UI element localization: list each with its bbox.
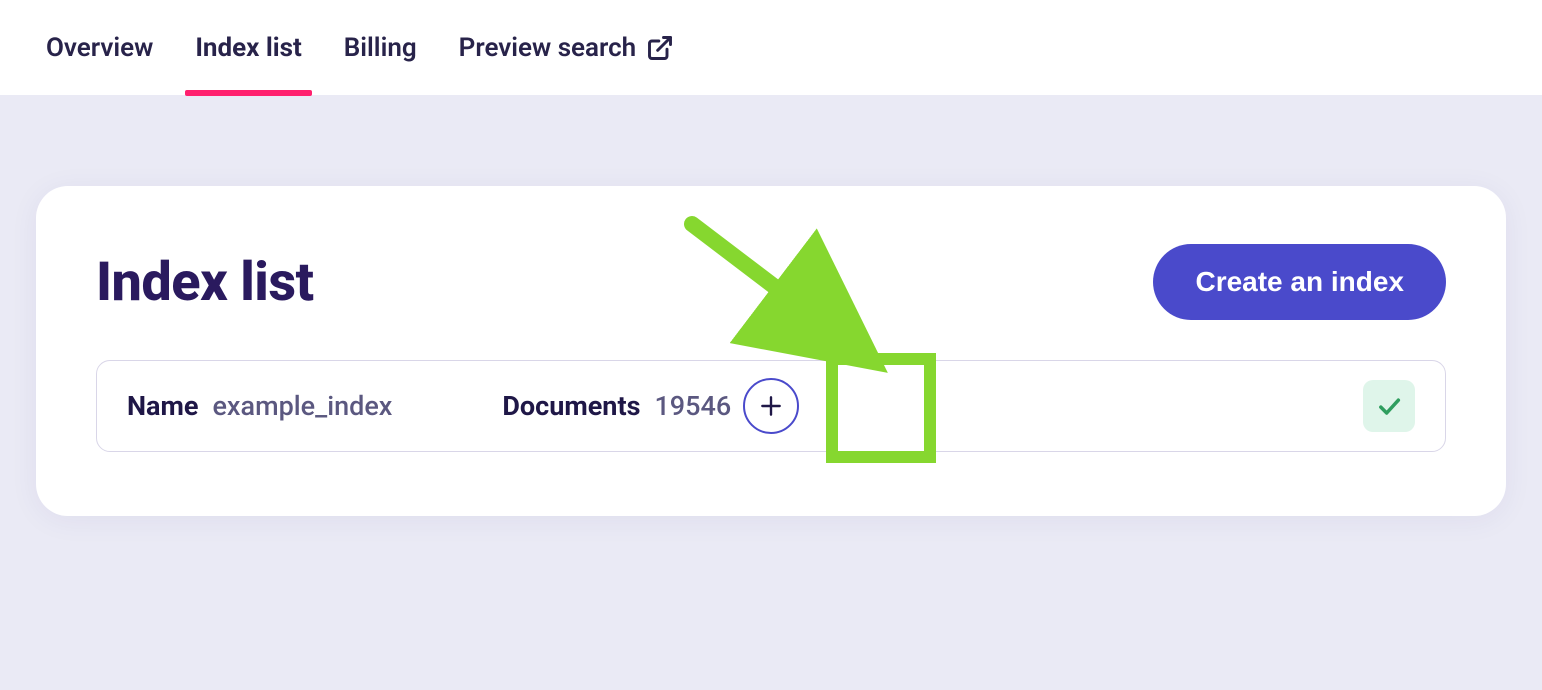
create-index-button[interactable]: Create an index bbox=[1153, 244, 1446, 320]
add-documents-button[interactable] bbox=[743, 378, 799, 434]
name-value: example_index bbox=[212, 390, 392, 422]
tab-label: Overview bbox=[46, 33, 153, 63]
tab-label: Preview search bbox=[459, 33, 637, 63]
name-label: Name bbox=[127, 390, 198, 422]
page-title: Index list bbox=[96, 251, 314, 314]
tabs-bar: Overview Index list Billing Preview sear… bbox=[0, 0, 1542, 96]
documents-label: Documents bbox=[502, 390, 640, 422]
tab-label: Index list bbox=[195, 33, 301, 63]
documents-group: Documents 19546 bbox=[502, 378, 799, 434]
tab-overview[interactable]: Overview bbox=[44, 0, 155, 96]
check-icon bbox=[1375, 392, 1403, 420]
index-list-card: Index list Create an index Name example_… bbox=[36, 186, 1506, 516]
tab-billing[interactable]: Billing bbox=[342, 0, 419, 96]
tab-index-list[interactable]: Index list bbox=[193, 0, 303, 96]
card-header: Index list Create an index bbox=[96, 244, 1446, 320]
external-link-icon bbox=[646, 34, 674, 62]
plus-icon bbox=[758, 393, 784, 419]
tab-label: Billing bbox=[344, 33, 417, 63]
documents-value: 19546 bbox=[654, 390, 731, 422]
tab-preview-search[interactable]: Preview search bbox=[457, 0, 677, 96]
index-row[interactable]: Name example_index Documents 19546 bbox=[96, 360, 1446, 452]
content-area: Index list Create an index Name example_… bbox=[0, 96, 1542, 516]
status-badge bbox=[1363, 380, 1415, 432]
